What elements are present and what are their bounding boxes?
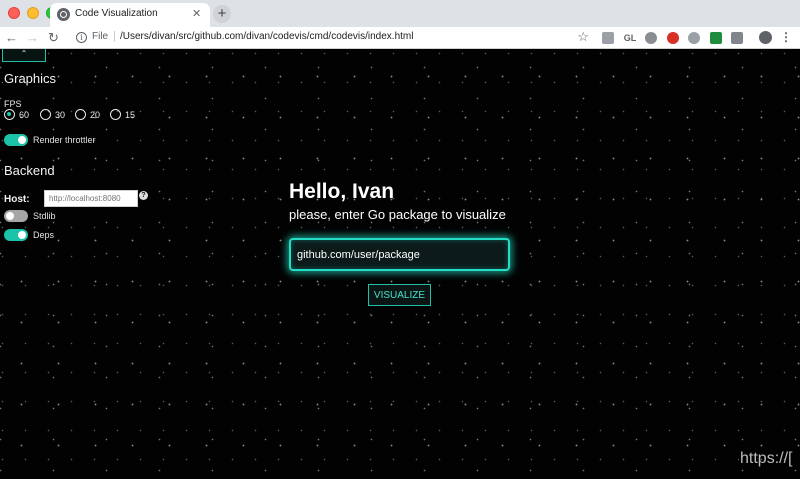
collapse-panel-button[interactable]: ⌃ — [2, 49, 46, 62]
fps-option-label: 30 — [55, 110, 66, 120]
browser-tab[interactable]: Code Visualization ✕ — [50, 3, 210, 27]
close-tab-icon[interactable]: ✕ — [192, 7, 201, 20]
close-window-button[interactable] — [8, 7, 20, 19]
greeting-heading: Hello, Ivan — [289, 180, 395, 203]
visualize-button[interactable]: VISUALIZE — [368, 284, 431, 306]
fps-radio-20[interactable] — [75, 109, 86, 120]
extension-gl-icon[interactable]: GL — [623, 32, 637, 44]
fps-option-label: 60 — [19, 110, 30, 120]
fps-radio-15[interactable] — [110, 109, 121, 120]
help-icon[interactable]: ? — [139, 191, 148, 200]
tab-bar: Code Visualization ✕ + — [0, 0, 800, 27]
toggle-knob — [6, 212, 14, 220]
bookmark-star-icon[interactable]: ☆ — [577, 29, 589, 45]
fps-option-label: 20 — [90, 110, 101, 120]
minimize-window-button[interactable] — [27, 7, 39, 19]
render-throttler-toggle[interactable] — [4, 134, 28, 146]
fps-radio-30[interactable] — [40, 109, 51, 120]
tab-title: Code Visualization — [75, 8, 158, 19]
reload-icon[interactable]: ↻ — [48, 29, 59, 47]
backend-title: Backend — [4, 163, 55, 178]
fps-radio-60[interactable] — [4, 109, 15, 120]
toggle-knob — [18, 136, 26, 144]
deps-toggle[interactable] — [4, 229, 28, 241]
extension-chat-icon[interactable] — [602, 32, 614, 44]
extension-green-icon[interactable] — [710, 32, 722, 44]
address-divider: | — [113, 30, 116, 42]
address-url[interactable]: /Users/divan/src/github.com/divan/codevi… — [120, 31, 413, 42]
extension-shield-icon[interactable] — [645, 32, 657, 44]
address-bar[interactable]: i File | /Users/divan/src/github.com/div… — [70, 28, 595, 48]
graphics-title: Graphics — [4, 71, 57, 86]
package-input[interactable] — [289, 238, 510, 271]
starfield-page: ⌃ Graphics FPS 60 30 20 15 Render thrott… — [0, 49, 800, 479]
forward-arrow-icon[interactable]: → — [26, 29, 39, 47]
url-watermark: https://[ — [740, 450, 793, 467]
new-tab-button[interactable]: + — [213, 5, 231, 23]
deps-label: Deps — [33, 230, 55, 240]
globe-icon — [57, 8, 70, 21]
extension-red-icon[interactable] — [667, 32, 679, 44]
back-arrow-icon[interactable]: ← — [5, 29, 18, 47]
info-icon[interactable]: i — [76, 32, 87, 43]
camera-icon[interactable] — [731, 32, 743, 44]
browser-toolbar: ← → ↻ i File | /Users/divan/src/github.c… — [0, 27, 800, 49]
extension-gray-icon[interactable] — [688, 32, 700, 44]
stdlib-label: Stdlib — [33, 211, 56, 221]
toggle-knob — [18, 231, 26, 239]
fps-option-label: 15 — [125, 110, 136, 120]
stdlib-toggle[interactable] — [4, 210, 28, 222]
menu-dots-icon[interactable]: ⋮ — [780, 29, 792, 45]
host-label: Host: — [4, 194, 30, 205]
address-scheme: File — [92, 31, 109, 42]
profile-avatar-icon[interactable] — [759, 31, 772, 44]
greeting-subtitle: please, enter Go package to visualize — [289, 207, 506, 222]
host-input[interactable] — [44, 190, 138, 207]
fps-label: FPS — [4, 99, 22, 109]
render-throttler-label: Render throttler — [33, 135, 96, 145]
